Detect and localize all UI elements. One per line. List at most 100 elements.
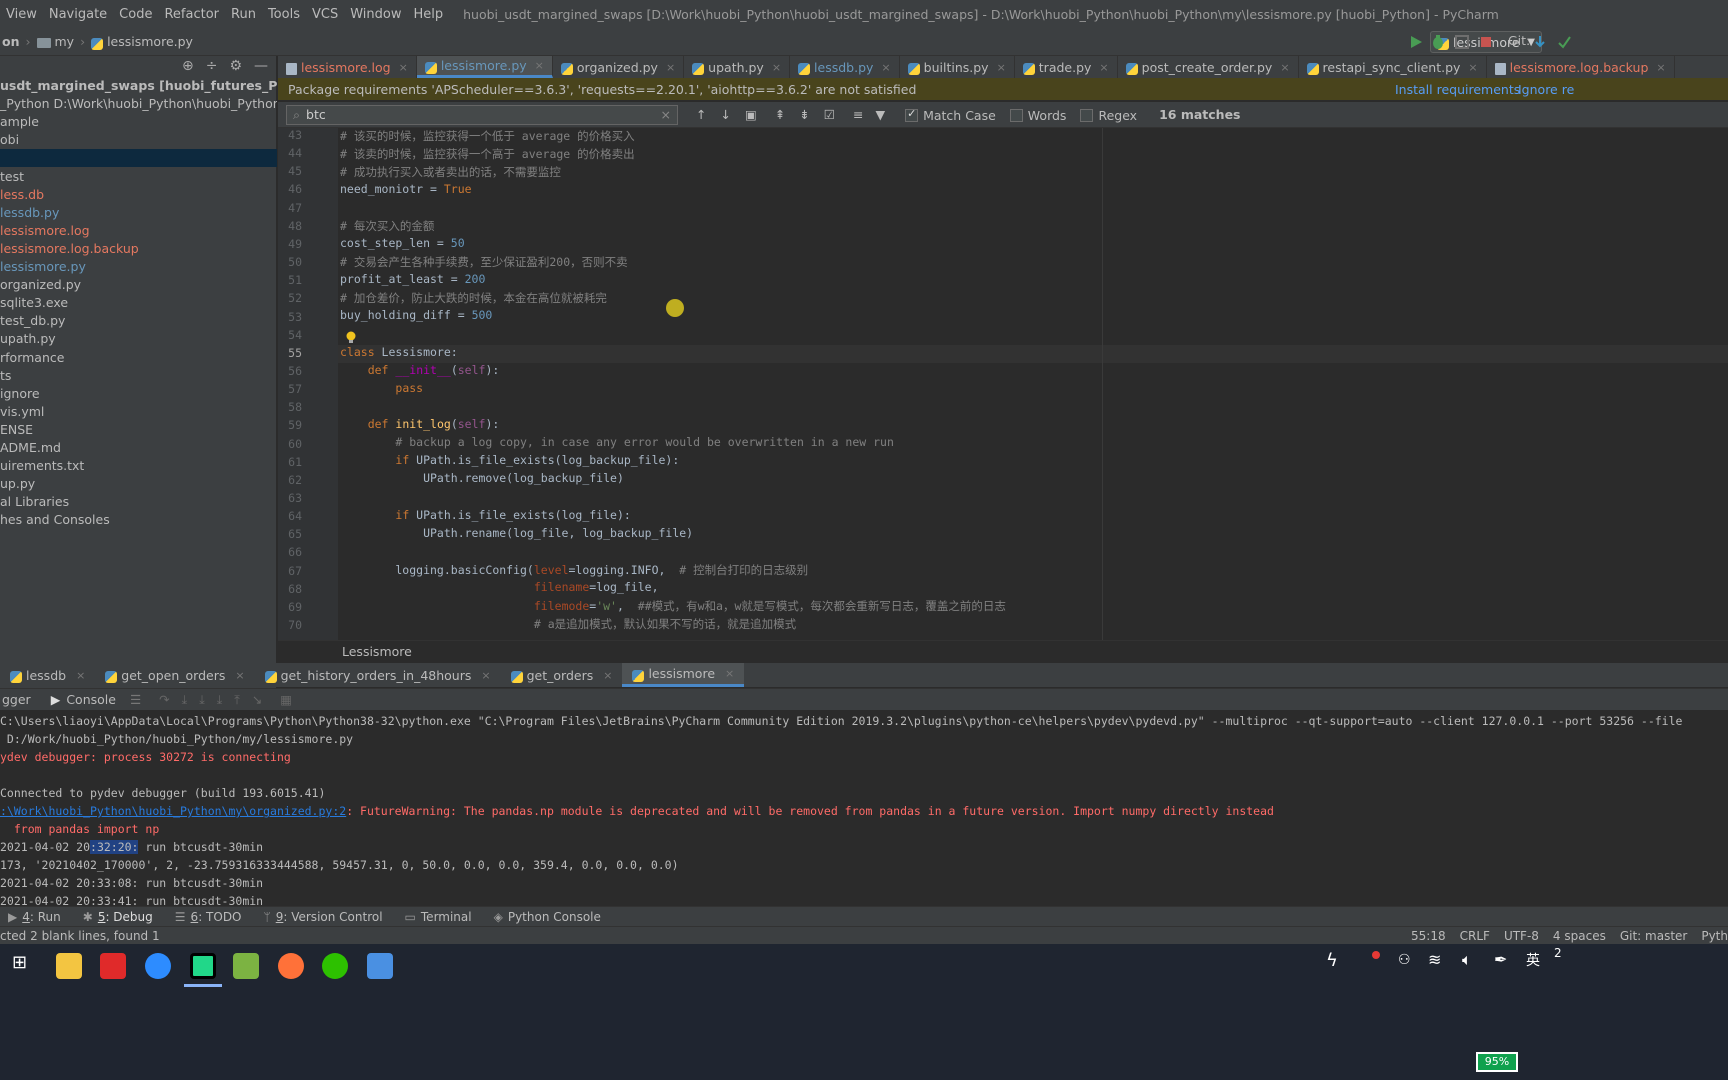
menu-refactor[interactable]: Refactor xyxy=(158,7,225,22)
line-number[interactable]: 58 xyxy=(278,400,302,414)
line-number[interactable]: 68 xyxy=(278,582,302,596)
line-number[interactable]: 61 xyxy=(278,455,302,469)
git-update-icon[interactable] xyxy=(1532,34,1548,50)
project-tree-item[interactable]: _Python D:\Work\huobi_Python\huobi_Pytho… xyxy=(0,95,277,113)
close-tab-icon[interactable]: × xyxy=(772,61,781,74)
filter-icon[interactable]: ▼ xyxy=(875,107,885,122)
collapse-icon[interactable]: ÷ xyxy=(206,58,218,74)
pycharm-icon[interactable] xyxy=(190,953,216,979)
line-number[interactable]: 59 xyxy=(278,418,302,432)
project-tree-item[interactable]: lessismore.py xyxy=(0,258,277,276)
line-number[interactable]: 47 xyxy=(278,201,302,215)
project-tree-item[interactable]: test_db.py xyxy=(0,312,277,330)
tool-window-button[interactable]: ▭ Terminal xyxy=(405,910,472,924)
close-tab-icon[interactable]: × xyxy=(881,61,890,74)
line-separator[interactable]: CRLF xyxy=(1460,929,1490,943)
project-tree-item[interactable] xyxy=(0,149,277,168)
close-tab-icon[interactable]: × xyxy=(725,667,734,680)
words-checkbox[interactable] xyxy=(1009,108,1023,122)
project-tree-item[interactable]: vis.yml xyxy=(0,403,277,421)
project-tree-item[interactable]: ample xyxy=(0,113,277,131)
file-explorer-icon[interactable] xyxy=(56,953,82,979)
task-view-icon[interactable]: ⊞ xyxy=(12,952,27,973)
menu-help[interactable]: Help xyxy=(407,7,449,22)
line-number[interactable]: 53 xyxy=(278,310,302,324)
wechat-icon[interactable] xyxy=(322,953,348,979)
tool-window-button[interactable]: ☰ 6: TODO xyxy=(175,910,242,924)
project-tree-item[interactable]: organized.py xyxy=(0,276,277,294)
select-all-occurrences-icon[interactable]: ☑ xyxy=(824,107,835,122)
arrow-up-icon[interactable]: ↑ xyxy=(696,107,706,122)
project-tree-item[interactable]: test xyxy=(0,168,277,186)
menu-run[interactable]: Run xyxy=(225,7,262,22)
regex-option[interactable]: Regex xyxy=(1080,107,1137,123)
menu-navigate[interactable]: Navigate xyxy=(43,7,113,22)
step-out-icon[interactable]: ⤒ xyxy=(234,692,240,708)
line-number[interactable]: 69 xyxy=(278,600,302,614)
project-tree-item[interactable]: up.py xyxy=(0,475,277,493)
tool-window-button[interactable]: ✱ 5: Debug xyxy=(83,910,153,924)
git-commit-icon[interactable] xyxy=(1556,34,1572,50)
zoom-icon[interactable] xyxy=(145,953,171,979)
line-number[interactable]: 46 xyxy=(278,182,302,196)
close-tab-icon[interactable]: × xyxy=(1099,61,1108,74)
python-interpreter[interactable]: Pyth xyxy=(1701,929,1728,943)
close-tab-icon[interactable]: × xyxy=(1656,61,1665,74)
arrow-down-icon[interactable]: ↓ xyxy=(720,107,730,122)
line-number[interactable]: 62 xyxy=(278,473,302,487)
menu-icon[interactable]: ☰ xyxy=(130,692,141,707)
close-tab-icon[interactable]: × xyxy=(399,61,408,74)
project-tree-item[interactable]: lessismore.log xyxy=(0,222,277,240)
debug-icon[interactable] xyxy=(1430,34,1446,50)
line-number[interactable]: 44 xyxy=(278,146,302,160)
git-branch[interactable]: Git: master xyxy=(1620,929,1688,943)
line-number[interactable]: 45 xyxy=(278,164,302,178)
warning-file-link[interactable]: :\Work\huobi_Python\huobi_Python\my\orga… xyxy=(0,804,346,818)
youdao-dictionary-icon[interactable] xyxy=(100,953,126,979)
run-icon[interactable] xyxy=(1408,34,1424,50)
line-number[interactable]: 67 xyxy=(278,564,302,578)
debug-session-tab[interactable]: get_open_orders × xyxy=(95,663,254,687)
line-number[interactable]: 54 xyxy=(278,328,302,342)
tool-window-button[interactable]: ▶ 4: Run xyxy=(8,910,61,924)
debug-session-tab[interactable]: lessismore × xyxy=(622,663,745,687)
line-number[interactable]: 65 xyxy=(278,527,302,541)
line-number[interactable]: 56 xyxy=(278,364,302,378)
clock[interactable]: 2 xyxy=(1554,946,1562,960)
project-tree-item[interactable]: ENSE xyxy=(0,421,277,439)
breadcrumb-project[interactable]: on xyxy=(2,34,20,49)
volume-icon[interactable]: 🔈︎ xyxy=(1462,950,1472,970)
firefox-icon[interactable] xyxy=(278,953,304,979)
file-encoding[interactable]: UTF-8 xyxy=(1504,929,1539,943)
caret-position[interactable]: 55:18 xyxy=(1411,929,1446,943)
force-step-into-icon[interactable]: ⤓ xyxy=(217,692,223,708)
people-icon[interactable]: ⚇ xyxy=(1398,952,1411,968)
app-icon[interactable] xyxy=(367,953,393,979)
editor-tab[interactable]: lessismore.log × xyxy=(278,56,417,78)
line-number[interactable]: 64 xyxy=(278,509,302,523)
project-tree-item[interactable]: hes and Consoles xyxy=(0,511,277,529)
words-option[interactable]: Words xyxy=(1009,107,1066,123)
match-case-option[interactable]: Match Case xyxy=(905,107,996,123)
close-tab-icon[interactable]: × xyxy=(603,669,612,682)
close-tab-icon[interactable]: × xyxy=(76,669,85,682)
pen-icon[interactable]: ✒ xyxy=(1494,950,1507,969)
line-number[interactable]: 51 xyxy=(278,273,302,287)
step-into-my-code-icon[interactable]: ⤓ xyxy=(199,692,205,708)
menu-code[interactable]: Code xyxy=(113,7,158,22)
close-tab-icon[interactable]: × xyxy=(1468,61,1477,74)
breadcrumb-file[interactable]: lessismore.py xyxy=(107,34,193,49)
project-tree-item[interactable]: obi xyxy=(0,131,277,149)
line-number[interactable]: 49 xyxy=(278,237,302,251)
project-tree-item[interactable]: ts xyxy=(0,367,277,385)
line-number[interactable]: 55 xyxy=(278,346,302,360)
input-method[interactable]: 英 xyxy=(1526,950,1540,970)
line-number[interactable]: 50 xyxy=(278,255,302,269)
regex-checkbox[interactable] xyxy=(1080,108,1094,122)
line-number[interactable]: 57 xyxy=(278,382,302,396)
editor-tab[interactable]: post_create_order.py × xyxy=(1118,56,1299,78)
editor-tab[interactable]: trade.py × xyxy=(1015,56,1118,78)
battery-indicator[interactable]: 95% xyxy=(1476,1052,1518,1072)
editor-tab[interactable]: builtins.py × xyxy=(900,56,1015,78)
close-tab-icon[interactable]: × xyxy=(997,61,1006,74)
